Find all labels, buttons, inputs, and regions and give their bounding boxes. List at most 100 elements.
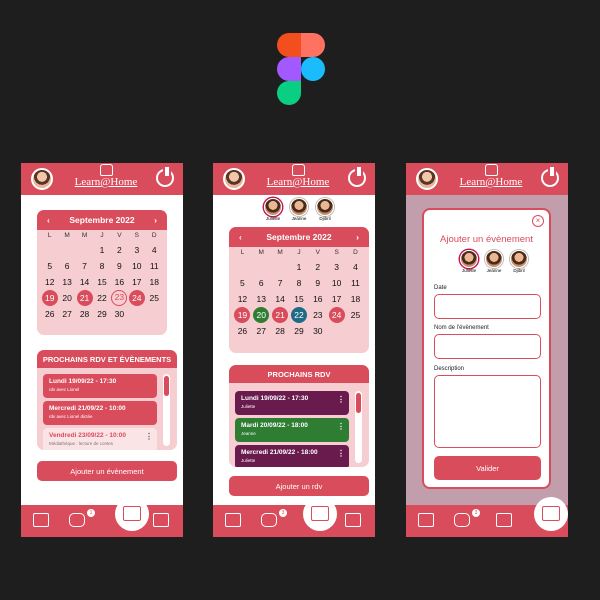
day[interactable]: 6 bbox=[253, 275, 269, 291]
day[interactable]: 8 bbox=[94, 258, 110, 274]
user-avatar[interactable] bbox=[31, 168, 53, 190]
power-icon[interactable] bbox=[541, 167, 559, 187]
day[interactable]: 22 bbox=[94, 290, 110, 306]
day[interactable]: 4 bbox=[347, 259, 363, 275]
day-event[interactable]: 24 bbox=[128, 290, 145, 306]
day[interactable]: 1 bbox=[291, 259, 307, 275]
day[interactable]: 11 bbox=[146, 258, 162, 274]
day[interactable]: 16 bbox=[111, 274, 127, 290]
dashboard-icon[interactable] bbox=[33, 513, 49, 527]
scroll-thumb[interactable] bbox=[356, 393, 361, 413]
day[interactable]: 30 bbox=[310, 323, 326, 339]
day[interactable]: 12 bbox=[234, 291, 250, 307]
day[interactable]: 3 bbox=[129, 242, 145, 258]
day-event[interactable]: 19 bbox=[234, 307, 251, 323]
day-event[interactable]: 24 bbox=[328, 307, 345, 323]
day[interactable]: 11 bbox=[347, 275, 363, 291]
day[interactable]: 6 bbox=[59, 258, 75, 274]
pupil-item[interactable]: Juliette bbox=[259, 198, 287, 222]
day[interactable]: 4 bbox=[146, 242, 162, 258]
day[interactable]: 8 bbox=[291, 275, 307, 291]
description-field[interactable] bbox=[434, 375, 541, 448]
day[interactable]: 27 bbox=[253, 323, 269, 339]
chevron-right-icon[interactable]: › bbox=[154, 215, 157, 225]
events-scrollbar[interactable] bbox=[163, 374, 170, 446]
checklist-icon[interactable] bbox=[345, 513, 361, 527]
close-icon[interactable]: × bbox=[532, 215, 544, 227]
pupil-item[interactable]: Jeanne bbox=[285, 198, 313, 222]
day[interactable]: 2 bbox=[310, 259, 326, 275]
rdv-card[interactable]: Mercredi 21/09/22 - 18:00 Juliette ⋮ bbox=[235, 445, 349, 467]
rdv-card[interactable]: Lundi 19/09/22 - 17:30 Juliette ⋮ bbox=[235, 391, 349, 415]
day[interactable]: 29 bbox=[291, 323, 307, 339]
event-name-field[interactable] bbox=[434, 334, 541, 359]
dashboard-icon[interactable] bbox=[225, 513, 241, 527]
submit-button[interactable]: Valider bbox=[434, 456, 541, 480]
event-card[interactable]: Lundi 19/09/22 - 17:30 rdv avec Lionel bbox=[43, 374, 157, 398]
checklist-icon[interactable] bbox=[153, 513, 169, 527]
rdv-scrollbar[interactable] bbox=[355, 391, 362, 463]
day[interactable]: 3 bbox=[329, 259, 345, 275]
event-card[interactable]: Vendredi 23/09/22 - 10:00 Médiathèque : … bbox=[43, 428, 157, 450]
day-event[interactable]: 21 bbox=[272, 307, 289, 323]
day[interactable]: 1 bbox=[94, 242, 110, 258]
chevron-right-icon[interactable]: › bbox=[356, 232, 359, 242]
pupil-item[interactable]: Djibril bbox=[311, 198, 339, 222]
day[interactable]: 5 bbox=[42, 258, 58, 274]
dashboard-icon[interactable] bbox=[418, 513, 434, 527]
day[interactable]: 17 bbox=[329, 291, 345, 307]
day[interactable]: 27 bbox=[59, 306, 75, 322]
more-icon[interactable]: ⋮ bbox=[337, 423, 345, 431]
day[interactable]: 7 bbox=[77, 258, 93, 274]
user-avatar[interactable] bbox=[223, 168, 245, 190]
day[interactable]: 10 bbox=[329, 275, 345, 291]
day[interactable]: 7 bbox=[272, 275, 288, 291]
day[interactable]: 30 bbox=[111, 306, 127, 322]
day[interactable]: 15 bbox=[94, 274, 110, 290]
day[interactable]: 18 bbox=[146, 274, 162, 290]
day[interactable]: 14 bbox=[272, 291, 288, 307]
more-icon[interactable]: ⋮ bbox=[145, 433, 153, 441]
day[interactable]: 12 bbox=[42, 274, 58, 290]
tasks-nav-active[interactable] bbox=[534, 497, 568, 531]
calendar-icon[interactable] bbox=[496, 513, 512, 527]
chat-icon[interactable] bbox=[69, 513, 85, 527]
day[interactable]: 17 bbox=[129, 274, 145, 290]
day[interactable]: 5 bbox=[234, 275, 250, 291]
day-today[interactable]: 23 bbox=[111, 290, 128, 306]
day-event[interactable]: 21 bbox=[76, 290, 93, 306]
day[interactable]: 9 bbox=[310, 275, 326, 291]
event-card[interactable]: Mercredi 21/09/22 - 10:00 rdv avec Lione… bbox=[43, 401, 157, 425]
user-avatar[interactable] bbox=[416, 168, 438, 190]
add-rdv-button[interactable]: Ajouter un rdv bbox=[229, 476, 369, 496]
day[interactable]: 20 bbox=[59, 290, 75, 306]
power-icon[interactable] bbox=[348, 167, 366, 187]
day[interactable]: 28 bbox=[272, 323, 288, 339]
pupil-item[interactable]: Djibril bbox=[505, 250, 533, 274]
chat-icon[interactable] bbox=[454, 513, 470, 527]
day[interactable]: 26 bbox=[42, 306, 58, 322]
day[interactable]: 15 bbox=[291, 291, 307, 307]
day-event[interactable]: 20 bbox=[253, 307, 270, 323]
chevron-left-icon[interactable]: ‹ bbox=[239, 232, 242, 242]
day[interactable]: 26 bbox=[234, 323, 250, 339]
calendar-nav-active[interactable] bbox=[115, 497, 149, 531]
chat-icon[interactable] bbox=[261, 513, 277, 527]
more-icon[interactable]: ⋮ bbox=[337, 450, 345, 458]
add-event-button[interactable]: Ajouter un évènement bbox=[37, 461, 177, 481]
power-icon[interactable] bbox=[156, 167, 174, 187]
day[interactable]: 25 bbox=[347, 307, 363, 323]
day[interactable]: 18 bbox=[347, 291, 363, 307]
day[interactable]: 9 bbox=[111, 258, 127, 274]
day[interactable]: 10 bbox=[129, 258, 145, 274]
chevron-left-icon[interactable]: ‹ bbox=[47, 215, 50, 225]
day[interactable]: 16 bbox=[310, 291, 326, 307]
calendar-nav-active[interactable] bbox=[303, 497, 337, 531]
day[interactable]: 14 bbox=[77, 274, 93, 290]
day-event[interactable]: 19 bbox=[41, 290, 58, 306]
day[interactable]: 28 bbox=[77, 306, 93, 322]
pupil-item[interactable]: Juliette bbox=[455, 250, 483, 274]
day[interactable]: 2 bbox=[111, 242, 127, 258]
day[interactable]: 29 bbox=[94, 306, 110, 322]
day-event[interactable]: 22 bbox=[290, 307, 307, 323]
